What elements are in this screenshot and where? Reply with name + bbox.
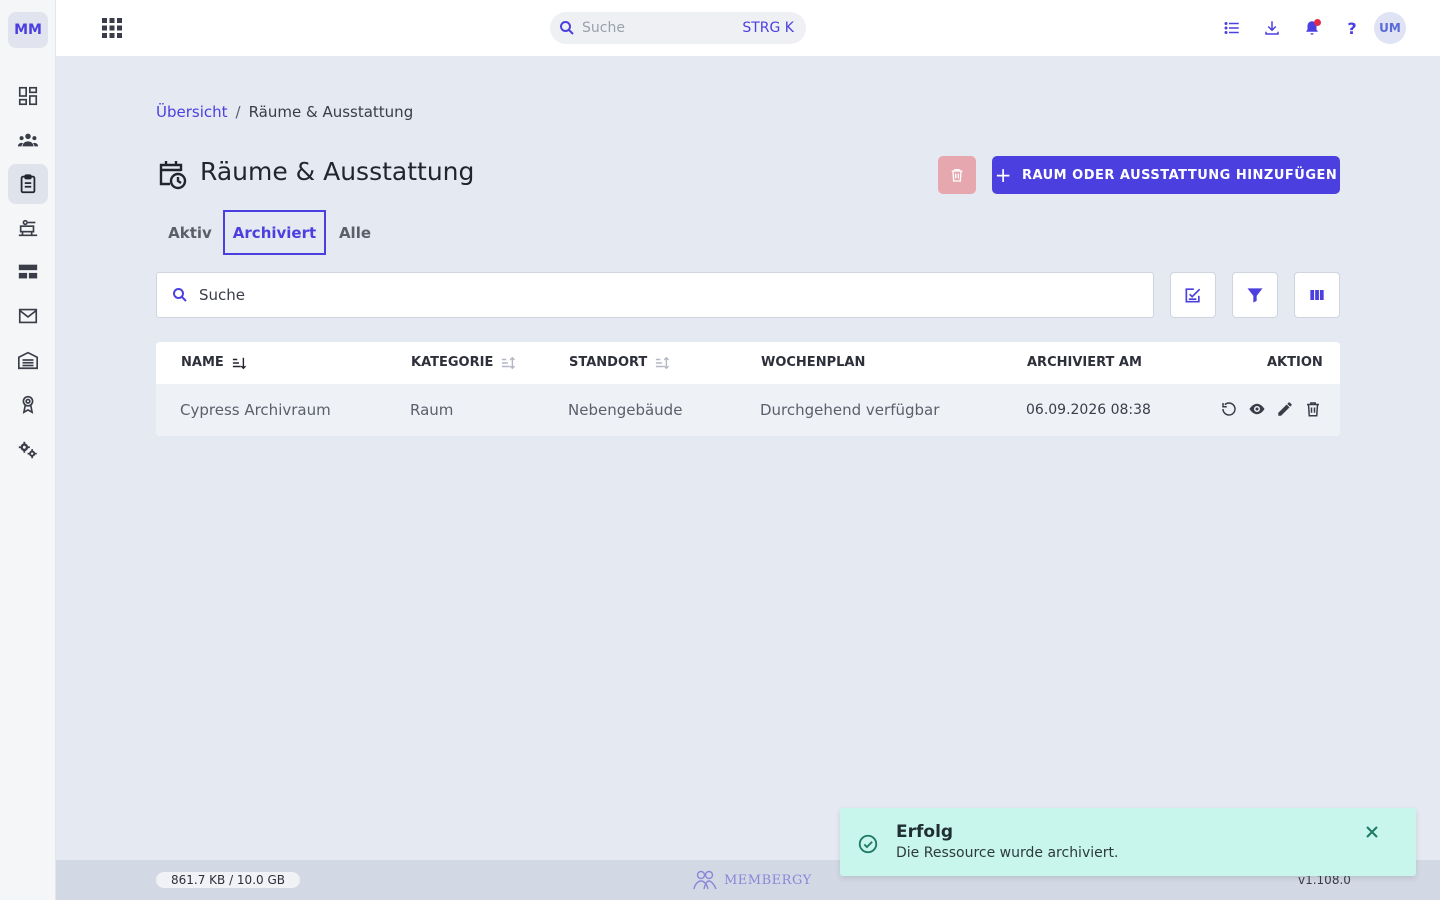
restore-icon (1222, 402, 1236, 416)
table-header: NAME KATEGORIE STANDORT WOCHENPLAN ARCHI… (156, 342, 1340, 384)
calendar-clock-icon (159, 161, 187, 190)
sidebar-item-layout[interactable] (8, 252, 48, 292)
top-bar: Suche STRG K ? UM (56, 0, 1440, 56)
select-mode-button[interactable] (1170, 272, 1216, 318)
toast-title: Erfolg (896, 822, 954, 842)
download-button[interactable] (1260, 16, 1284, 40)
search-icon (560, 21, 574, 35)
filter-icon (1247, 288, 1263, 303)
breadcrumb-separator: / (235, 103, 241, 121)
tab-alle[interactable]: Alle (334, 212, 376, 254)
close-icon[interactable] (1364, 824, 1380, 840)
sidebar-item-courses[interactable] (8, 208, 48, 248)
plus-icon: + (994, 163, 1012, 187)
sort-asc-icon (232, 357, 246, 369)
bulk-delete-button[interactable] (938, 156, 976, 194)
table-row[interactable]: Cypress Archivraum Raum Nebengebäude Dur… (156, 384, 1340, 436)
tab-archiviert[interactable]: Archiviert (223, 210, 326, 255)
page-title: Räume & Ausstattung (200, 157, 475, 186)
breadcrumb-current: Räume & Ausstattung (248, 103, 414, 121)
resources-table: NAME KATEGORIE STANDORT WOCHENPLAN ARCHI… (156, 342, 1340, 436)
add-resource-button[interactable]: + RAUM ODER AUSSTATTUNG HINZUFÜGEN (992, 156, 1340, 194)
add-resource-label: RAUM ODER AUSSTATTUNG HINZUFÜGEN (1021, 167, 1338, 183)
breadcrumb: Übersicht / Räume & Ausstattung (156, 103, 413, 121)
columns-button[interactable] (1294, 272, 1340, 318)
eye-icon (1249, 403, 1265, 415)
check-circle-icon (858, 834, 878, 854)
table-search (156, 272, 1154, 318)
cell-standort: Nebengebäude (568, 401, 683, 419)
sidebar-item-settings[interactable] (8, 430, 48, 470)
cell-kategorie: Raum (410, 401, 454, 419)
success-toast: Erfolg Die Ressource wurde archiviert. (840, 808, 1416, 876)
notification-badge (1314, 19, 1321, 26)
user-avatar[interactable]: UM (1374, 12, 1406, 44)
column-header-wochenplan: WOCHENPLAN (761, 355, 866, 370)
column-header-archiviert-am: ARCHIVIERT AM (1027, 355, 1142, 370)
brand-name: MEMBERGY (724, 872, 812, 888)
settings-icon (18, 441, 37, 459)
column-header-aktion: AKTION (1267, 355, 1323, 370)
apps-grid-button[interactable] (100, 16, 124, 40)
sidebar-item-awards[interactable] (8, 384, 48, 424)
cell-name: Cypress Archivraum (180, 401, 331, 419)
trash-icon (951, 169, 963, 182)
search-icon (173, 288, 187, 302)
column-header-kategorie[interactable]: KATEGORIE (411, 355, 516, 370)
columns-icon (1310, 290, 1324, 300)
storage-usage: 861.7 KB / 10.0 GB (156, 872, 300, 888)
breadcrumb-overview-link[interactable]: Übersicht (156, 103, 228, 121)
brand-logo: MEMBERGY (692, 869, 812, 891)
apps-grid-icon (102, 18, 122, 38)
column-header-standort[interactable]: STANDORT (569, 355, 670, 370)
notifications-button[interactable] (1300, 16, 1324, 40)
sidebar-item-members[interactable] (8, 120, 48, 160)
dashboard-icon (18, 86, 38, 106)
search-shortcut: STRG K (742, 20, 794, 36)
filter-button[interactable] (1232, 272, 1278, 318)
restore-button[interactable] (1220, 400, 1238, 418)
trash-icon (1307, 402, 1319, 417)
tab-aktiv[interactable]: Aktiv (164, 212, 216, 254)
cell-wochenplan: Durchgehend verfügbar (760, 401, 940, 419)
download-icon (1265, 21, 1279, 35)
app-logo[interactable]: MM (8, 12, 48, 48)
members-icon (17, 133, 39, 147)
help-icon: ? (1347, 18, 1357, 38)
sidebar: MM (0, 0, 56, 900)
task-list-button[interactable] (1220, 16, 1244, 40)
sidebar-item-dashboard[interactable] (8, 76, 48, 116)
sidebar-item-mail[interactable] (8, 296, 48, 336)
checklist-icon (1185, 288, 1201, 303)
global-search-placeholder: Suche (582, 20, 625, 36)
row-actions (1220, 400, 1322, 418)
global-search[interactable]: Suche STRG K (550, 12, 806, 44)
cell-archiviert-am: 06.09.2026 08:38 (1026, 402, 1151, 418)
courses-icon (18, 219, 38, 237)
mail-icon (18, 308, 38, 324)
sort-icon (502, 356, 516, 369)
pencil-icon (1278, 402, 1292, 416)
award-icon (22, 395, 34, 414)
view-button[interactable] (1248, 400, 1266, 418)
column-header-name[interactable]: NAME (181, 355, 246, 370)
list-icon (1224, 22, 1239, 34)
sidebar-item-bookings[interactable] (8, 164, 48, 204)
table-search-input[interactable] (199, 286, 1099, 304)
edit-button[interactable] (1276, 400, 1294, 418)
sort-icon (656, 356, 670, 369)
membergy-logo-icon (693, 870, 717, 890)
help-button[interactable]: ? (1340, 16, 1364, 40)
delete-button[interactable] (1304, 400, 1322, 418)
sidebar-item-warehouse[interactable] (8, 340, 48, 380)
toast-message: Die Ressource wurde archiviert. (896, 845, 1119, 861)
clipboard-icon (20, 174, 36, 194)
warehouse-icon (18, 351, 38, 370)
layout-icon (18, 264, 38, 279)
